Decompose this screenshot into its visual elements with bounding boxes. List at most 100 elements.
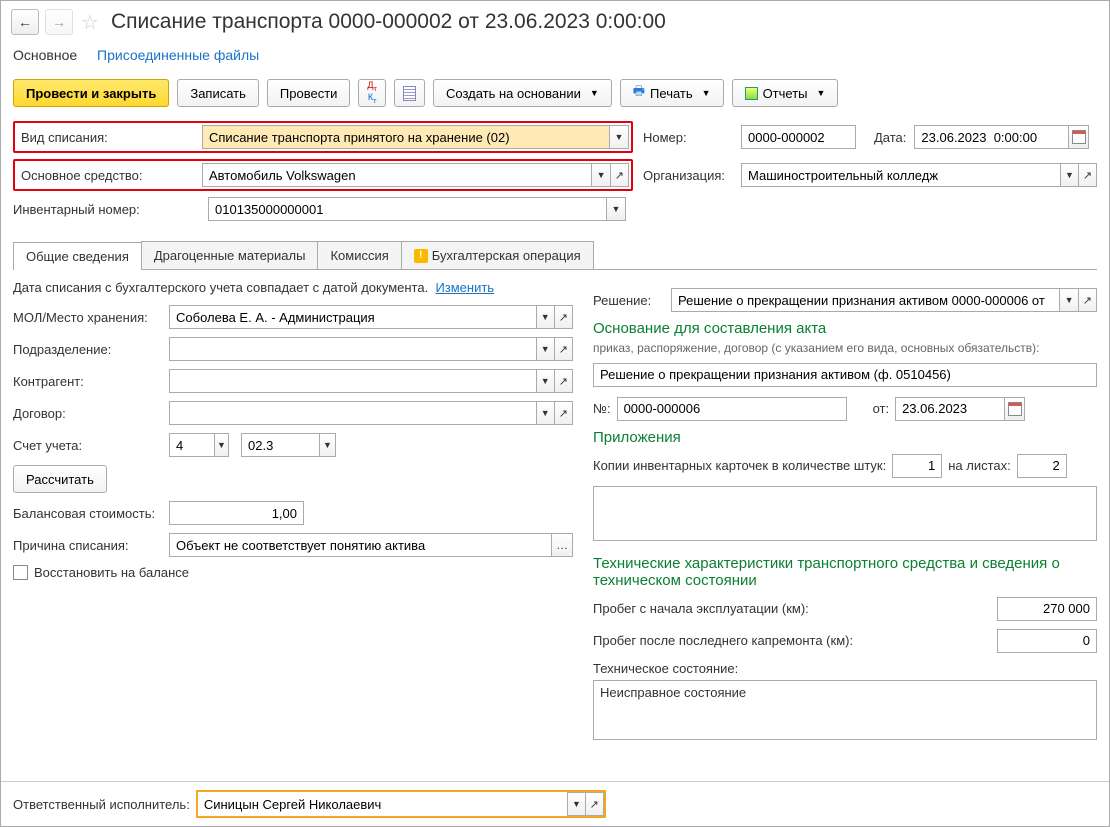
appendix-heading: Приложения: [593, 429, 1097, 446]
basis-num-input[interactable]: [617, 397, 847, 421]
basis-input[interactable]: [593, 363, 1097, 387]
reason-label: Причина списания:: [13, 538, 163, 553]
tech-heading: Технические характеристики транспортного…: [593, 555, 1097, 589]
account-label: Счет учета:: [13, 438, 163, 453]
mol-input[interactable]: [169, 305, 537, 329]
account1-input[interactable]: [169, 433, 215, 457]
change-link[interactable]: Изменить: [435, 280, 494, 295]
list-button[interactable]: [394, 79, 425, 107]
reason-input[interactable]: [169, 533, 552, 557]
decision-input[interactable]: [671, 288, 1060, 312]
writeoff-type-dropdown[interactable]: ▼: [610, 125, 629, 149]
org-input[interactable]: [741, 163, 1061, 187]
tab-accounting[interactable]: !Бухгалтерская операция: [401, 241, 594, 269]
contract-label: Договор:: [13, 406, 163, 421]
responsible-input[interactable]: [198, 792, 567, 816]
nav-back-button[interactable]: ←: [11, 9, 39, 35]
copies-input[interactable]: [892, 454, 942, 478]
chevron-down-icon: ▼: [702, 88, 711, 98]
calculate-button[interactable]: Рассчитать: [13, 465, 107, 493]
asset-open-button[interactable]: ↗: [611, 163, 629, 187]
mol-label: МОЛ/Место хранения:: [13, 310, 163, 325]
basis-from-calendar[interactable]: [1005, 397, 1025, 421]
number-input[interactable]: [741, 125, 856, 149]
number-label: Номер:: [643, 130, 733, 145]
post-and-close-button[interactable]: Провести и закрыть: [13, 79, 169, 107]
print-button[interactable]: 🖶Печать▼: [620, 79, 724, 107]
window-title: Списание транспорта 0000-000002 от 23.06…: [111, 10, 666, 34]
create-on-basis-button[interactable]: Создать на основании▼: [433, 79, 612, 107]
reason-ellipsis-button[interactable]: …: [552, 533, 573, 557]
account2-input[interactable]: [241, 433, 320, 457]
balance-label: Балансовая стоимость:: [13, 506, 163, 521]
responsible-dropdown[interactable]: ▼: [567, 792, 585, 816]
sheets-input[interactable]: [1017, 454, 1067, 478]
warning-icon: !: [414, 249, 428, 263]
list-icon: [403, 86, 416, 101]
contract-dropdown[interactable]: ▼: [537, 401, 555, 425]
contract-open[interactable]: ↗: [555, 401, 573, 425]
open-icon: ↗: [1083, 169, 1092, 182]
open-icon: ↗: [590, 798, 599, 811]
chevron-down-icon: ▼: [590, 88, 599, 98]
calendar-icon: [1008, 402, 1022, 416]
responsible-open[interactable]: ↗: [586, 792, 604, 816]
restore-checkbox[interactable]: [13, 565, 28, 580]
post-button[interactable]: Провести: [267, 79, 351, 107]
dept-input[interactable]: [169, 337, 537, 361]
org-dropdown[interactable]: ▼: [1061, 163, 1079, 187]
balance-input[interactable]: [169, 501, 304, 525]
calendar-icon: [1072, 130, 1086, 144]
basis-num-label: №:: [593, 401, 611, 416]
counterparty-dropdown[interactable]: ▼: [537, 369, 555, 393]
responsible-label: Ответственный исполнитель:: [13, 797, 190, 812]
asset-dropdown[interactable]: ▼: [592, 163, 610, 187]
dept-open[interactable]: ↗: [555, 337, 573, 361]
decision-open[interactable]: ↗: [1079, 288, 1097, 312]
decision-dropdown[interactable]: ▼: [1060, 288, 1078, 312]
open-icon: ↗: [615, 169, 624, 182]
open-icon: ↗: [559, 311, 568, 324]
inv-dropdown[interactable]: ▼: [607, 197, 626, 221]
printer-icon: 🖶: [633, 82, 645, 104]
nav-forward-button[interactable]: →: [45, 9, 73, 35]
tab-precious[interactable]: Драгоценные материалы: [141, 241, 319, 269]
basis-desc: приказ, распоряжение, договор (с указани…: [593, 341, 1097, 357]
mileage2-label: Пробег после последнего капремонта (км):: [593, 633, 991, 648]
tab-commission[interactable]: Комиссия: [317, 241, 401, 269]
contract-input[interactable]: [169, 401, 537, 425]
mol-dropdown[interactable]: ▼: [537, 305, 555, 329]
reports-button[interactable]: Отчеты▼: [732, 79, 839, 107]
asset-input[interactable]: [202, 163, 592, 187]
open-icon: ↗: [559, 375, 568, 388]
counterparty-input[interactable]: [169, 369, 537, 393]
date-input[interactable]: [914, 125, 1069, 149]
dtkt-button[interactable]: ДтКт: [358, 79, 386, 107]
navtab-main[interactable]: Основное: [13, 47, 77, 67]
save-button[interactable]: Записать: [177, 79, 259, 107]
inv-input[interactable]: [208, 197, 607, 221]
writeoff-type-input[interactable]: [202, 125, 610, 149]
org-label: Организация:: [643, 168, 733, 183]
account1-dropdown[interactable]: ▼: [215, 433, 229, 457]
date-calendar-button[interactable]: [1069, 125, 1089, 149]
favorite-star-icon[interactable]: ☆: [79, 11, 101, 33]
mileage-label: Пробег с начала эксплуатации (км):: [593, 601, 991, 616]
mileage-input[interactable]: [997, 597, 1097, 621]
mileage2-input[interactable]: [997, 629, 1097, 653]
dept-label: Подразделение:: [13, 342, 163, 357]
counterparty-open[interactable]: ↗: [555, 369, 573, 393]
basis-from-input[interactable]: [895, 397, 1005, 421]
condition-textarea[interactable]: Неисправное состояние: [593, 680, 1097, 740]
dept-dropdown[interactable]: ▼: [537, 337, 555, 361]
appendix-textarea[interactable]: [593, 486, 1097, 541]
report-icon: [745, 87, 758, 100]
info-text: Дата списания с бухгалтерского учета сов…: [13, 280, 428, 295]
open-icon: ↗: [559, 407, 568, 420]
tab-general[interactable]: Общие сведения: [13, 242, 142, 270]
org-open-button[interactable]: ↗: [1079, 163, 1097, 187]
open-icon: ↗: [1083, 294, 1092, 307]
mol-open[interactable]: ↗: [555, 305, 573, 329]
account2-dropdown[interactable]: ▼: [320, 433, 336, 457]
navtab-files[interactable]: Присоединенные файлы: [97, 47, 259, 63]
